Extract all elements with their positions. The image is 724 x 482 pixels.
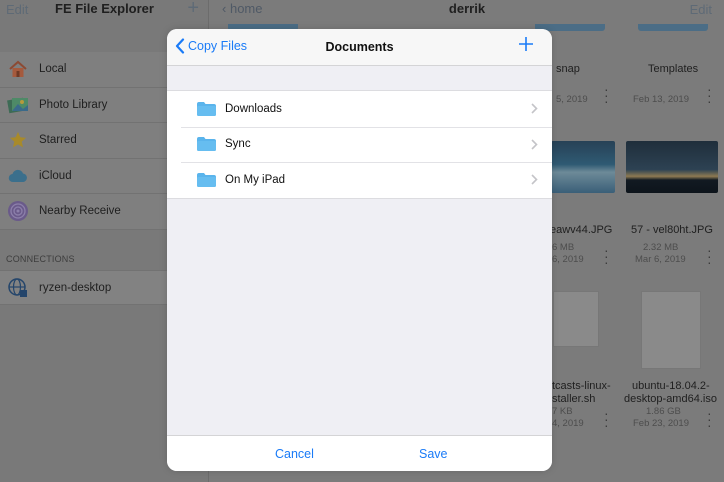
dialog-title: Documents <box>325 40 394 54</box>
dialog-footer: Cancel Save <box>167 435 552 471</box>
house-icon <box>7 58 29 80</box>
folder-icon <box>197 172 216 187</box>
file-date: Feb 13, 2019 <box>633 94 689 105</box>
file-name-line2: desktop-amd64.iso <box>624 393 717 405</box>
folder-row-on-my-ipad[interactable]: On My iPad <box>167 162 552 198</box>
file-date: 5, 2019 <box>556 94 588 105</box>
file-name-line2: staller.sh <box>552 393 596 405</box>
folder-label: Downloads <box>225 102 282 115</box>
folder-title: derrik <box>448 1 486 16</box>
folder-label: Sync <box>225 138 251 151</box>
folder-row-downloads[interactable]: Downloads <box>167 91 552 127</box>
cloud-icon <box>7 165 29 187</box>
file-name[interactable]: ubuntu-18.04.2- <box>632 380 710 392</box>
chevron-right-icon <box>531 174 538 185</box>
document-thumbnail[interactable] <box>553 291 599 347</box>
star-icon <box>7 129 29 151</box>
folder-thumb-top <box>638 24 708 31</box>
image-thumbnail[interactable] <box>551 141 615 193</box>
more-options-icon[interactable]: · · · <box>604 243 609 269</box>
save-button[interactable]: Save <box>419 447 448 461</box>
main-edit-button[interactable]: Edit <box>690 2 712 17</box>
file-date: 4, 2019 <box>552 418 584 429</box>
file-name[interactable]: Templates <box>648 63 698 75</box>
folder-label: On My iPad <box>225 173 286 186</box>
chevron-right-icon <box>531 138 538 150</box>
folder-icon <box>197 101 216 116</box>
more-options-icon[interactable]: · · · <box>604 406 609 432</box>
file-size: 2.32 MB <box>643 242 679 253</box>
sidebar-item-label: Photo Library <box>39 98 108 111</box>
chevron-right-icon <box>531 103 538 114</box>
connections-section-header: CONNECTIONS <box>6 254 75 264</box>
plus-icon[interactable] <box>518 36 534 52</box>
app-title: FE File Explorer <box>55 1 154 16</box>
document-thumbnail[interactable] <box>641 291 701 369</box>
connection-label: ryzen-desktop <box>39 281 112 294</box>
main-header: ‹ home derrik Edit <box>210 0 724 22</box>
file-size: 1.86 GB <box>646 406 681 417</box>
file-name[interactable]: eawv44.JPG <box>550 224 612 236</box>
more-options-icon[interactable]: · · · <box>707 243 712 269</box>
airdrop-icon <box>7 200 29 222</box>
more-options-icon[interactable]: · · · <box>707 82 712 108</box>
folder-icon <box>197 137 216 152</box>
dialog-nav-bar: Copy Files Documents <box>167 29 552 66</box>
photos-icon <box>7 94 29 116</box>
image-thumbnail[interactable] <box>626 141 718 193</box>
sidebar-item-label: Local <box>39 63 67 76</box>
sidebar-item-label: Nearby Receive <box>39 205 121 218</box>
sidebar-header: Edit FE File Explorer + <box>0 0 209 22</box>
file-name[interactable]: tcasts-linux- <box>552 380 611 392</box>
file-date: 6, 2019 <box>552 254 584 265</box>
file-date: Feb 23, 2019 <box>633 418 689 429</box>
copy-files-dialog: Copy Files Documents Downloads Sync On M… <box>167 29 552 471</box>
sidebar-item-label: Starred <box>39 134 77 147</box>
file-date: Mar 6, 2019 <box>635 254 686 265</box>
folder-row-sync[interactable]: Sync <box>167 126 552 163</box>
file-size: 6 MB <box>552 242 575 253</box>
cancel-button[interactable]: Cancel <box>275 447 314 461</box>
folder-list: Downloads Sync On My iPad <box>167 90 552 199</box>
network-globe-icon <box>7 277 29 299</box>
add-connection-button[interactable]: + <box>187 0 199 20</box>
more-options-icon[interactable]: · · · <box>707 406 712 432</box>
file-name[interactable]: snap <box>556 63 580 75</box>
file-size: 7 KB <box>552 406 573 417</box>
file-name[interactable]: 57 - vel80ht.JPG <box>631 224 713 236</box>
sidebar-item-label: iCloud <box>39 169 72 182</box>
more-options-icon[interactable]: · · · <box>604 82 609 108</box>
